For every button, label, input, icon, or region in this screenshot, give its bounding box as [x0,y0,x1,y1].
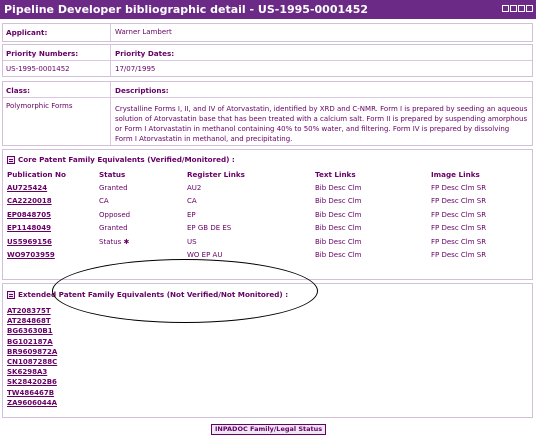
list-item[interactable]: AT284868T [7,316,57,326]
status-cell: Granted [99,224,128,233]
status-cell: Granted [99,183,128,192]
text-links[interactable]: Bib Desc Clm [315,208,431,222]
class-label: Class: [6,86,31,95]
register-links[interactable]: EP [187,208,315,222]
document-icon [7,290,15,299]
list-item[interactable]: BG63630B1 [7,326,57,336]
descriptions-label: Descriptions: [115,86,169,95]
table-row: CA2220018 CA CA Bib Desc Clm FP Desc Clm… [7,195,527,209]
list-item[interactable]: CN1087288C [7,357,57,367]
column-header: Text Links [315,170,356,179]
list-item[interactable]: SK6298A3 [7,367,57,377]
control-box-icon[interactable] [502,5,509,12]
image-links[interactable]: FP Desc Clm SR [431,195,527,209]
applicant-label: Applicant: [6,28,48,37]
list-item[interactable]: BR9609872A [7,347,57,357]
core-family-heading-text: Core Patent Family Equivalents (Verified… [18,155,235,164]
core-family-table: Publication No Status Register Links Tex… [7,168,527,262]
applicant-panel: Applicant: Warner Lambert [2,23,533,42]
status-cell: CA [99,197,109,206]
table-row: AU725424 Granted AU2 Bib Desc Clm FP Des… [7,181,527,195]
applicant-value: Warner Lambert [115,28,172,36]
publication-link[interactable]: CA2220018 [7,197,52,205]
annotation-ellipse [52,259,318,323]
list-item[interactable]: BG102187A [7,337,57,347]
control-box-icon[interactable] [526,5,533,12]
text-links[interactable]: Bib Desc Clm [315,235,431,249]
description-text: Crystalline Forms I, II, and IV of Atorv… [115,105,528,143]
window-controls [502,5,533,12]
text-links[interactable]: Bib Desc Clm [315,181,431,195]
list-item[interactable]: TW486467B [7,388,57,398]
status-cell[interactable]: Status ✱ [99,235,187,249]
priority-panel: Priority Numbers: Priority Dates: US-199… [2,44,533,77]
register-links[interactable]: AU2 [187,181,315,195]
priority-date-value: 17/07/1995 [115,65,156,73]
control-box-icon[interactable] [518,5,525,12]
class-value: Polymorphic Forms [6,102,73,110]
publication-link[interactable]: EP1148049 [7,224,51,232]
status-cell: Opposed [99,210,131,219]
image-links[interactable]: FP Desc Clm SR [431,208,527,222]
publication-link[interactable]: AU725424 [7,184,47,192]
column-header: Publication No [7,170,66,179]
table-row: WO9703959 WO EP AU Bib Desc Clm FP Desc … [7,249,527,263]
priority-numbers-label: Priority Numbers: [6,49,79,58]
column-header: Image Links [431,170,480,179]
image-links[interactable]: FP Desc Clm SR [431,222,527,236]
column-header: Status [99,170,126,179]
table-header-row: Publication No Status Register Links Tex… [7,168,527,181]
publication-link[interactable]: WO9703959 [7,251,55,259]
document-icon [7,155,15,164]
image-links[interactable]: FP Desc Clm SR [431,181,527,195]
inpadoc-button[interactable]: INPADOC Family/Legal Status [211,424,327,435]
publication-link[interactable]: EP0848705 [7,211,51,219]
image-links[interactable]: FP Desc Clm SR [431,235,527,249]
table-row: US5969156 Status ✱ US Bib Desc Clm FP De… [7,235,527,249]
register-links[interactable]: US [187,235,315,249]
extended-family-list: AT208375T AT284868T BG63630B1 BG102187A … [7,306,57,408]
window-title-bar: Pipeline Developer bibliographic detail … [0,0,536,19]
image-links[interactable]: FP Desc Clm SR [431,249,527,263]
core-family-heading: Core Patent Family Equivalents (Verified… [7,155,235,164]
list-item[interactable]: AT208375T [7,306,57,316]
table-row: EP0848705 Opposed EP Bib Desc Clm FP Des… [7,208,527,222]
text-links[interactable]: Bib Desc Clm [315,249,431,263]
classification-panel: Class: Descriptions: Polymorphic Forms C… [2,81,533,146]
text-links[interactable]: Bib Desc Clm [315,222,431,236]
core-family-panel: Core Patent Family Equivalents (Verified… [2,149,533,280]
list-item[interactable]: ZA9606044A [7,398,57,408]
priority-number-value: US-1995-0001452 [6,65,70,73]
priority-dates-label: Priority Dates: [115,49,175,58]
publication-link[interactable]: US5969156 [7,238,52,246]
table-row: EP1148049 Granted EP GB DE ES Bib Desc C… [7,222,527,236]
list-item[interactable]: SK284202B6 [7,377,57,387]
text-links[interactable]: Bib Desc Clm [315,195,431,209]
register-links[interactable]: CA [187,195,315,209]
control-box-icon[interactable] [510,5,517,12]
register-links[interactable]: EP GB DE ES [187,222,315,236]
column-header: Register Links [187,170,245,179]
window-title: Pipeline Developer bibliographic detail … [4,3,369,16]
